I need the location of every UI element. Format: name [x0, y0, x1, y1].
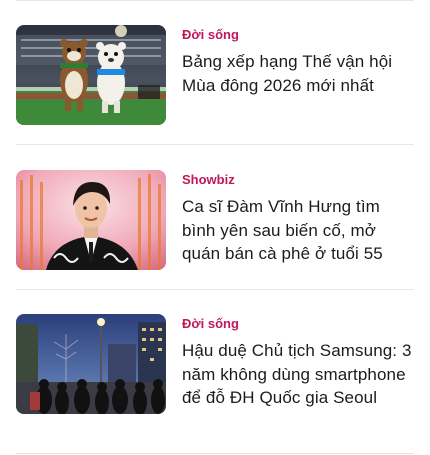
article-thumbnail[interactable] [16, 314, 166, 414]
article-divider [16, 289, 414, 290]
bottom-divider [16, 453, 414, 454]
article-card-dam-vinh-hung[interactable]: Showbiz Ca sĩ Đàm Vĩnh Hưng tìm bình yên… [16, 170, 414, 282]
article-divider [16, 144, 414, 145]
article-meta: Showbiz Ca sĩ Đàm Vĩnh Hưng tìm bình yên… [182, 170, 414, 266]
article-meta: Đời sống Hậu duệ Chủ tịch Samsung: 3 năm… [182, 314, 414, 410]
singer-portrait-image [16, 170, 166, 270]
article-card-winter-olympics[interactable]: Đời sống Bảng xếp hạng Thế vận hội Mùa đ… [16, 25, 414, 137]
article-title[interactable]: Hậu duệ Chủ tịch Samsung: 3 năm không dù… [182, 339, 414, 410]
article-title[interactable]: Ca sĩ Đàm Vĩnh Hưng tìm bình yên sau biế… [182, 195, 414, 266]
article-thumbnail[interactable] [16, 25, 166, 125]
article-thumbnail[interactable] [16, 170, 166, 270]
article-meta: Đời sống Bảng xếp hạng Thế vận hội Mùa đ… [182, 25, 414, 97]
article-category[interactable]: Showbiz [182, 171, 414, 189]
article-category[interactable]: Đời sống [182, 315, 414, 333]
article-title[interactable]: Bảng xếp hạng Thế vận hội Mùa đông 2026 … [182, 50, 414, 97]
olympic-mascots-stadium-image [16, 25, 166, 125]
article-category[interactable]: Đời sống [182, 26, 414, 44]
night-street-crowd-image [16, 314, 166, 414]
top-divider [16, 0, 414, 1]
article-card-samsung-heir[interactable]: Đời sống Hậu duệ Chủ tịch Samsung: 3 năm… [16, 314, 414, 426]
